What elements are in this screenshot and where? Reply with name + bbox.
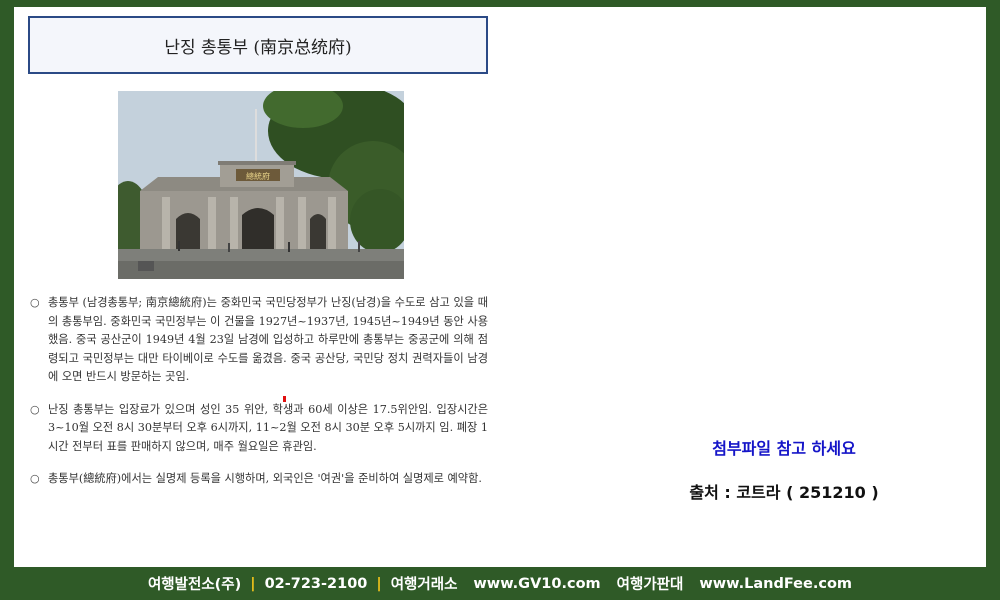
footer-company: 여행발전소(주) xyxy=(147,577,242,593)
footer-sales-label: 여행가판대 xyxy=(616,577,684,593)
info-bullet-list: ○ 총통부 (남경총통부; 南京總統府)는 중화민국 국민당정부가 난징(남경)… xyxy=(28,294,488,503)
nanjing-presidential-palace-photo: 總統府 xyxy=(118,91,404,279)
page-title: 난징 총통부 (南京总统府) xyxy=(28,16,488,74)
list-item: ○ 난징 총통부는 입장료가 있으며 성인 35 위안, 학생과 60세 이상은… xyxy=(28,401,488,457)
svg-text:總統府: 總統府 xyxy=(246,171,270,181)
footer-exchange-link[interactable]: www.GV10.com xyxy=(473,576,600,592)
bullet-text: 총통부 (남경총통부; 南京總統府)는 중화민국 국민당정부가 난징(남경)을 … xyxy=(48,296,488,383)
footer-exchange-label: 여행거래소 xyxy=(390,577,458,593)
footer-phone: 02-723-2100 xyxy=(264,575,368,592)
bullet-text: 난징 총통부는 입장료가 있으며 성인 35 위안, 학생과 60세 이상은 1… xyxy=(48,402,488,453)
red-marker xyxy=(283,396,286,402)
footer-separator: | xyxy=(250,575,256,592)
list-item: ○ 총통부 (남경총통부; 南京總統府)는 중화민국 국민당정부가 난징(남경)… xyxy=(28,294,488,387)
circle-bullet-icon: ○ xyxy=(30,472,40,485)
content-panel: 난징 총통부 (南京总统府) 總統府 ○ 총통부 (남경총통부; 南京總統府)는… xyxy=(14,7,986,567)
footer-sales-link[interactable]: www.LandFee.com xyxy=(699,576,852,592)
circle-bullet-icon: ○ xyxy=(30,296,40,309)
attachment-note: 첨부파일 참고 하세요 xyxy=(712,439,856,458)
footer-separator: | xyxy=(376,575,382,592)
circle-bullet-icon: ○ xyxy=(30,402,40,416)
list-item: ○ 총통부(總統府)에서는 실명제 등록을 시행하며, 외국인은 '여권'을 준… xyxy=(28,470,488,489)
source-note: 출처 : 코트라 ( 251210 ) xyxy=(689,483,879,502)
bullet-text: 총통부(總統府)에서는 실명제 등록을 시행하며, 외국인은 '여권'을 준비하… xyxy=(48,472,482,485)
footer-bar: 여행발전소(주) | 02-723-2100 | 여행거래소 www.GV10.… xyxy=(0,567,1000,600)
